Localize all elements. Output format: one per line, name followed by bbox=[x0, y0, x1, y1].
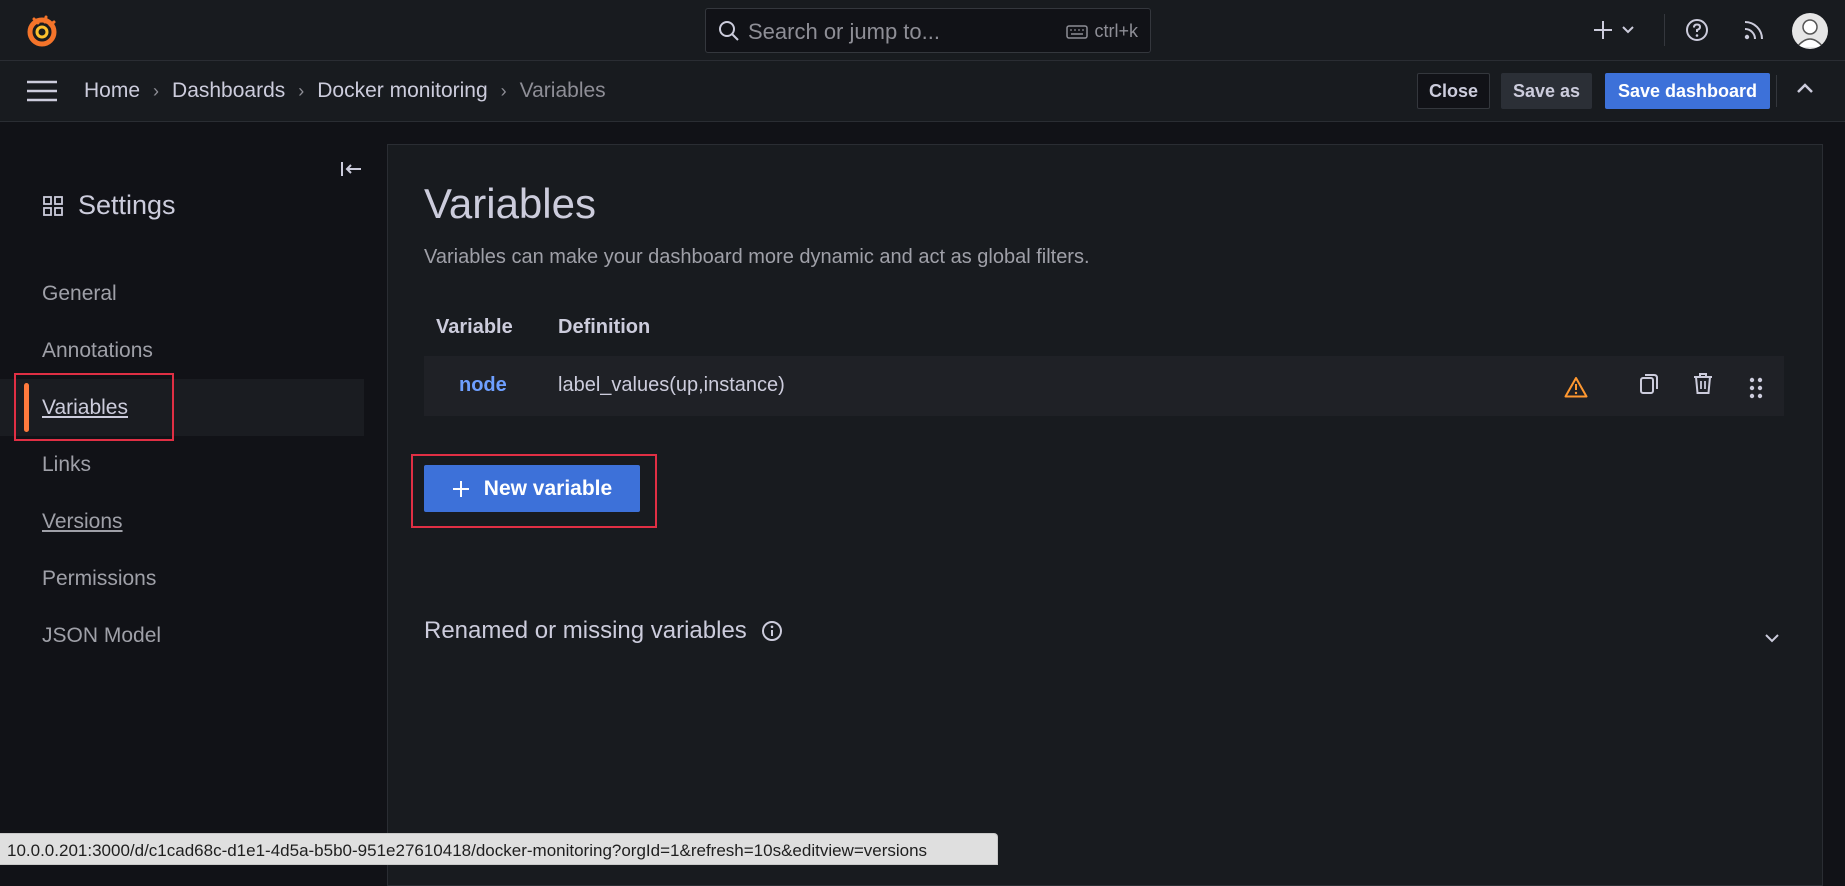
chevron-up-icon[interactable] bbox=[1796, 81, 1814, 99]
top-bar: Search or jump to... ctrl+k bbox=[0, 0, 1845, 61]
close-button[interactable]: Close bbox=[1417, 73, 1490, 109]
search-bar[interactable]: Search or jump to... ctrl+k bbox=[705, 8, 1151, 53]
breadcrumb-dashboards[interactable]: Dashboards bbox=[172, 79, 285, 103]
page-description: Variables can make your dashboard more d… bbox=[424, 246, 1090, 268]
variable-name-link[interactable]: node bbox=[459, 374, 507, 397]
breadcrumb-current: Variables bbox=[519, 79, 606, 102]
chevron-down-icon bbox=[1622, 26, 1634, 34]
breadcrumb-home[interactable]: Home bbox=[84, 79, 140, 103]
sidebar-item-versions[interactable]: Versions bbox=[0, 493, 364, 550]
search-icon bbox=[718, 20, 740, 47]
renamed-variables-section[interactable]: Renamed or missing variables bbox=[424, 617, 783, 645]
renamed-section-label: Renamed or missing variables bbox=[424, 617, 747, 644]
settings-title: Settings bbox=[78, 190, 176, 220]
new-menu-button[interactable] bbox=[1592, 0, 1634, 60]
warning-icon[interactable] bbox=[1564, 376, 1588, 403]
breadcrumb: Home › Dashboards › Docker monitoring › … bbox=[84, 79, 606, 103]
sidebar-item-links[interactable]: Links bbox=[0, 436, 364, 493]
variable-definition: label_values(up,instance) bbox=[558, 374, 785, 396]
plus-icon bbox=[1594, 21, 1612, 39]
column-header-definition: Definition bbox=[558, 316, 651, 338]
apps-grid-icon bbox=[43, 195, 63, 216]
save-dashboard-button[interactable]: Save dashboard bbox=[1605, 73, 1770, 109]
page-title: Variables bbox=[424, 180, 596, 227]
drag-handle-icon[interactable] bbox=[1749, 377, 1763, 404]
sidebar-item-annotations[interactable]: Annotations bbox=[0, 322, 364, 379]
breadcrumb-separator-icon: › bbox=[298, 80, 305, 101]
highlight-box-variables bbox=[14, 373, 174, 441]
status-bar-url: 10.0.0.201:3000/d/c1cad68c-d1e1-4d5a-b5b… bbox=[0, 833, 998, 865]
chevron-down-icon[interactable] bbox=[1764, 630, 1780, 648]
sidebar-item-json-model[interactable]: JSON Model bbox=[0, 607, 364, 664]
highlight-box-new-variable bbox=[411, 454, 657, 528]
save-as-button[interactable]: Save as bbox=[1501, 73, 1592, 109]
user-avatar[interactable] bbox=[1792, 13, 1828, 49]
breadcrumb-separator-icon: › bbox=[153, 80, 160, 101]
keyboard-shortcut: ctrl+k bbox=[1066, 21, 1138, 42]
search-placeholder: Search or jump to... bbox=[748, 19, 940, 44]
sidebar-item-general[interactable]: General bbox=[0, 265, 364, 322]
grafana-logo-icon[interactable] bbox=[24, 13, 60, 49]
settings-menu: General Annotations Variables Links Vers… bbox=[0, 265, 364, 664]
help-icon[interactable] bbox=[1684, 17, 1710, 48]
info-icon bbox=[761, 621, 782, 641]
breadcrumb-separator-icon: › bbox=[500, 80, 507, 101]
settings-heading: Settings bbox=[42, 190, 176, 221]
collapse-sidebar-icon[interactable] bbox=[340, 160, 362, 183]
shortcut-text: ctrl+k bbox=[1094, 21, 1138, 41]
breadcrumb-docker-monitoring[interactable]: Docker monitoring bbox=[317, 79, 487, 103]
rss-feed-icon[interactable] bbox=[1741, 17, 1767, 48]
column-header-variable: Variable bbox=[436, 316, 513, 338]
divider bbox=[1664, 14, 1665, 46]
menu-icon[interactable] bbox=[26, 80, 58, 107]
sidebar-item-permissions[interactable]: Permissions bbox=[0, 550, 364, 607]
divider bbox=[1776, 75, 1777, 107]
trash-icon[interactable] bbox=[1692, 372, 1714, 401]
breadcrumb-bar: Home › Dashboards › Docker monitoring › … bbox=[0, 61, 1845, 122]
table-row[interactable]: node label_values(up,instance) bbox=[424, 356, 1784, 416]
keyboard-icon bbox=[1066, 24, 1089, 39]
duplicate-icon[interactable] bbox=[1638, 372, 1660, 401]
